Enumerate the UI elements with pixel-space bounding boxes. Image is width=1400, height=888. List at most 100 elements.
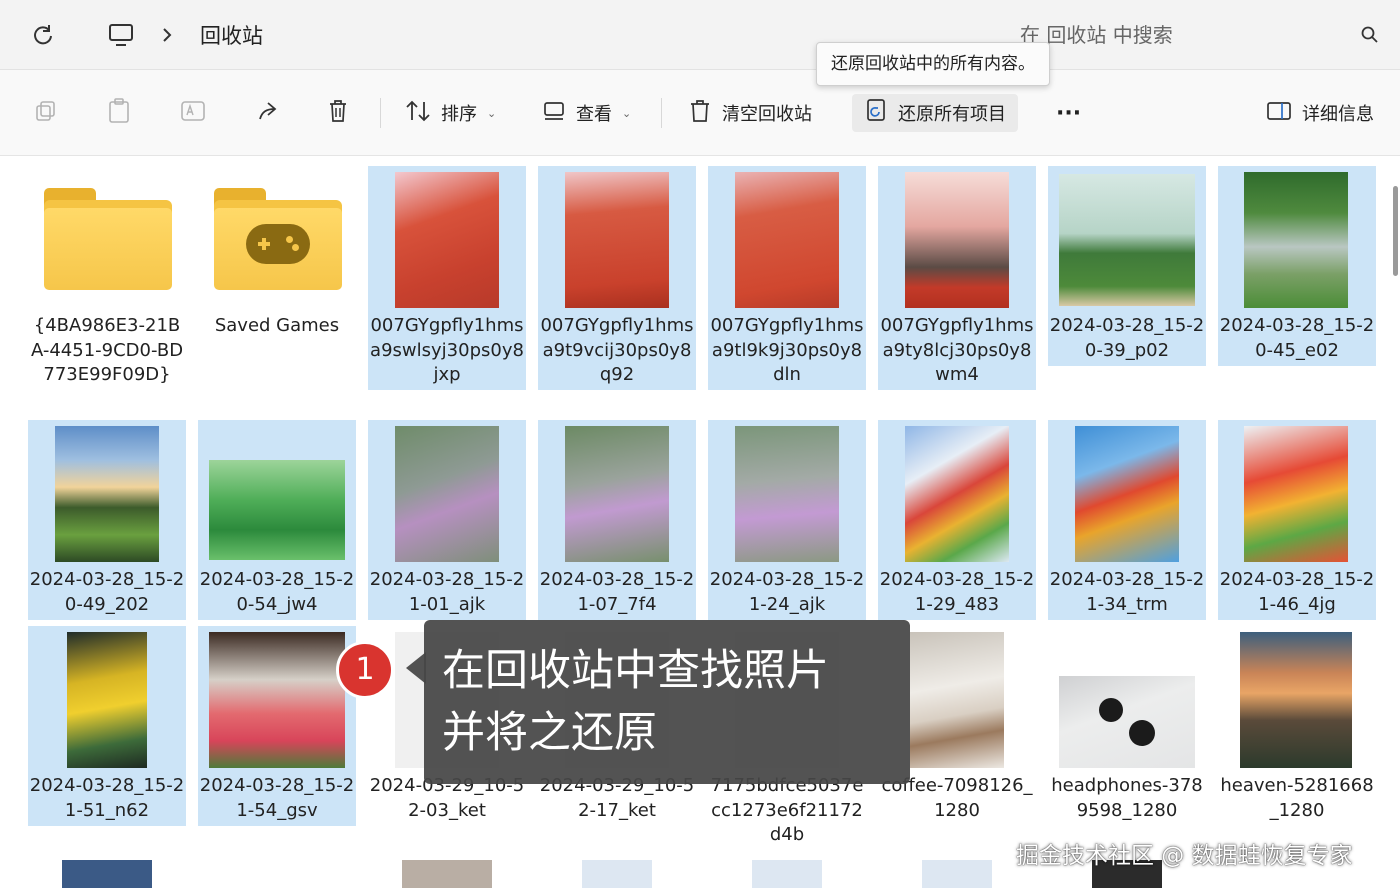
empty-bin-label: 清空回收站	[722, 104, 812, 125]
image-thumbnail	[905, 426, 1009, 562]
paste-icon	[107, 97, 131, 129]
file-item[interactable]: heaven-5281668_1280	[1218, 626, 1376, 826]
more-options-button[interactable]: ···	[1056, 94, 1081, 132]
image-thumbnail	[1059, 174, 1195, 306]
file-name: 2024-03-28_15-21-29_483	[879, 569, 1035, 615]
image-thumbnail	[67, 632, 147, 768]
image-thumbnail	[735, 172, 839, 308]
image-thumbnail	[1244, 172, 1348, 308]
file-name: 2024-03-28_15-21-07_7f4	[539, 569, 695, 615]
search-icon[interactable]	[1356, 18, 1384, 52]
image-thumbnail	[395, 426, 499, 562]
copy-button[interactable]	[34, 94, 58, 132]
view-icon	[542, 100, 566, 127]
file-name: 2024-03-28_15-21-01_ajk	[369, 569, 525, 615]
file-item[interactable]: 2024-03-28_15-20-49_202	[28, 420, 186, 620]
file-name: 007GYgpfly1hmsa9ty8lcj30ps0y8wm4	[880, 315, 1034, 385]
command-bar: 排序 ⌄ 查看 ⌄ 清空回收站 还原所有项目 ··· 详细信息	[0, 70, 1400, 156]
image-thumbnail	[565, 426, 669, 562]
file-name: {4BA986E3-21BA-4451-9CD0-BD773E99F09D}	[30, 315, 184, 385]
rename-icon	[180, 99, 206, 128]
file-name: Saved Games	[214, 315, 340, 336]
share-button[interactable]	[254, 94, 278, 132]
sort-icon	[405, 100, 431, 127]
file-name: 7175bdfce5037ecc1273e6f21172d4b	[710, 775, 864, 845]
file-name: 007GYgpfly1hmsa9swlsyj30ps0y8jxp	[370, 315, 524, 385]
trash-icon	[327, 99, 349, 128]
image-thumbnail	[582, 860, 652, 888]
image-thumbnail	[402, 860, 492, 888]
chevron-down-icon: ⌄	[487, 106, 497, 120]
file-item[interactable]: 2024-03-28_15-21-29_483	[878, 420, 1036, 620]
image-thumbnail	[735, 426, 839, 562]
restore-all-button[interactable]: 还原所有项目	[852, 94, 1018, 132]
file-item[interactable]: 2024-03-28_15-21-07_7f4	[538, 420, 696, 620]
sort-button[interactable]: 排序 ⌄	[405, 94, 496, 132]
gamepad-icon	[246, 224, 310, 264]
image-thumbnail	[395, 172, 499, 308]
rename-button[interactable]	[180, 94, 206, 132]
file-name: headphones-3789598_1280	[1051, 775, 1203, 821]
file-name: 2024-03-28_15-21-51_n62	[29, 775, 185, 821]
vertical-scrollbar[interactable]	[1393, 186, 1398, 276]
callout-line-1: 在回收站中查找照片	[442, 646, 829, 696]
details-pane-icon	[1266, 100, 1292, 127]
chevron-down-icon: ⌄	[622, 106, 632, 120]
breadcrumb-recycle-bin[interactable]: 回收站	[200, 20, 263, 50]
restore-all-tooltip: 还原回收站中的所有内容。	[816, 42, 1050, 86]
empty-bin-icon	[688, 99, 712, 128]
computer-icon[interactable]	[104, 18, 138, 52]
details-button[interactable]: 详细信息	[1266, 94, 1374, 132]
file-item[interactable]: 007GYgpfly1hmsa9swlsyj30ps0y8jxp	[368, 166, 526, 390]
empty-recycle-bin-button[interactable]: 清空回收站	[688, 94, 812, 132]
delete-button[interactable]	[327, 94, 349, 132]
instruction-callout: 在回收站中查找照片 并将之还原	[424, 620, 910, 784]
restore-icon	[864, 98, 888, 129]
chevron-right-icon[interactable]	[150, 18, 184, 52]
file-item[interactable]: 2024-03-28_15-21-51_n62	[28, 626, 186, 826]
file-item[interactable]: Saved Games	[198, 166, 356, 366]
file-name: 2024-03-28_15-21-54_gsv	[199, 775, 355, 821]
file-item[interactable]: 007GYgpfly1hmsa9tl9k9j30ps0y8dln	[708, 166, 866, 390]
callout-text: 在回收站中查找照片 并将之还原	[442, 640, 829, 764]
image-thumbnail	[905, 172, 1009, 308]
file-name: 2024-03-28_15-21-34_trm	[1049, 569, 1205, 615]
details-label: 详细信息	[1302, 104, 1374, 125]
refresh-icon[interactable]	[26, 18, 60, 52]
image-thumbnail	[55, 426, 159, 562]
share-icon	[254, 99, 278, 128]
callout-arrow	[406, 652, 426, 684]
step-badge: 1	[336, 641, 394, 699]
file-item[interactable]: 2024-03-28_15-20-54_jw4	[198, 420, 356, 620]
file-item[interactable]: 2024-03-28_15-21-34_trm	[1048, 420, 1206, 620]
file-item[interactable]: 2024-03-28_15-21-01_ajk	[368, 420, 526, 620]
file-item[interactable]: 2024-03-28_15-21-24_ajk	[708, 420, 866, 620]
file-item[interactable]: 007GYgpfly1hmsa9ty8lcj30ps0y8wm4	[878, 166, 1036, 390]
file-item[interactable]: headphones-3789598_1280	[1048, 626, 1206, 826]
search-input[interactable]: 在 回收站 中搜索	[1010, 18, 1390, 52]
image-thumbnail	[209, 460, 345, 560]
file-item[interactable]: 2024-03-28_15-20-45_e02	[1218, 166, 1376, 366]
image-thumbnail	[910, 632, 1004, 768]
copy-icon	[34, 99, 58, 128]
file-item[interactable]: 2024-03-28_15-20-39_p02	[1048, 166, 1206, 366]
file-name: 007GYgpfly1hmsa9tl9k9j30ps0y8dln	[710, 315, 864, 385]
file-item[interactable]: {4BA986E3-21BA-4451-9CD0-BD773E99F09D}	[28, 166, 186, 412]
image-thumbnail	[922, 860, 992, 888]
file-name: 2024-03-28_15-21-46_4jg	[1219, 569, 1375, 615]
restore-all-label: 还原所有项目	[898, 104, 1006, 125]
image-thumbnail	[62, 860, 152, 888]
image-thumbnail	[209, 632, 345, 768]
image-thumbnail	[1244, 426, 1348, 562]
file-item[interactable]: 2024-03-28_15-21-46_4jg	[1218, 420, 1376, 620]
view-button[interactable]: 查看 ⌄	[542, 94, 631, 132]
file-item[interactable]: 007GYgpfly1hmsa9t9vcij30ps0y8q92	[538, 166, 696, 390]
file-name: 007GYgpfly1hmsa9t9vcij30ps0y8q92	[540, 315, 694, 385]
paste-button[interactable]	[107, 94, 131, 132]
file-item[interactable]: 2024-03-28_15-21-54_gsv	[198, 626, 356, 826]
address-bar: 回收站 在 回收站 中搜索	[0, 0, 1400, 70]
image-thumbnail	[565, 172, 669, 308]
image-thumbnail	[1059, 676, 1195, 768]
file-name: 2024-03-28_15-21-24_ajk	[709, 569, 865, 615]
image-thumbnail	[1240, 632, 1352, 768]
